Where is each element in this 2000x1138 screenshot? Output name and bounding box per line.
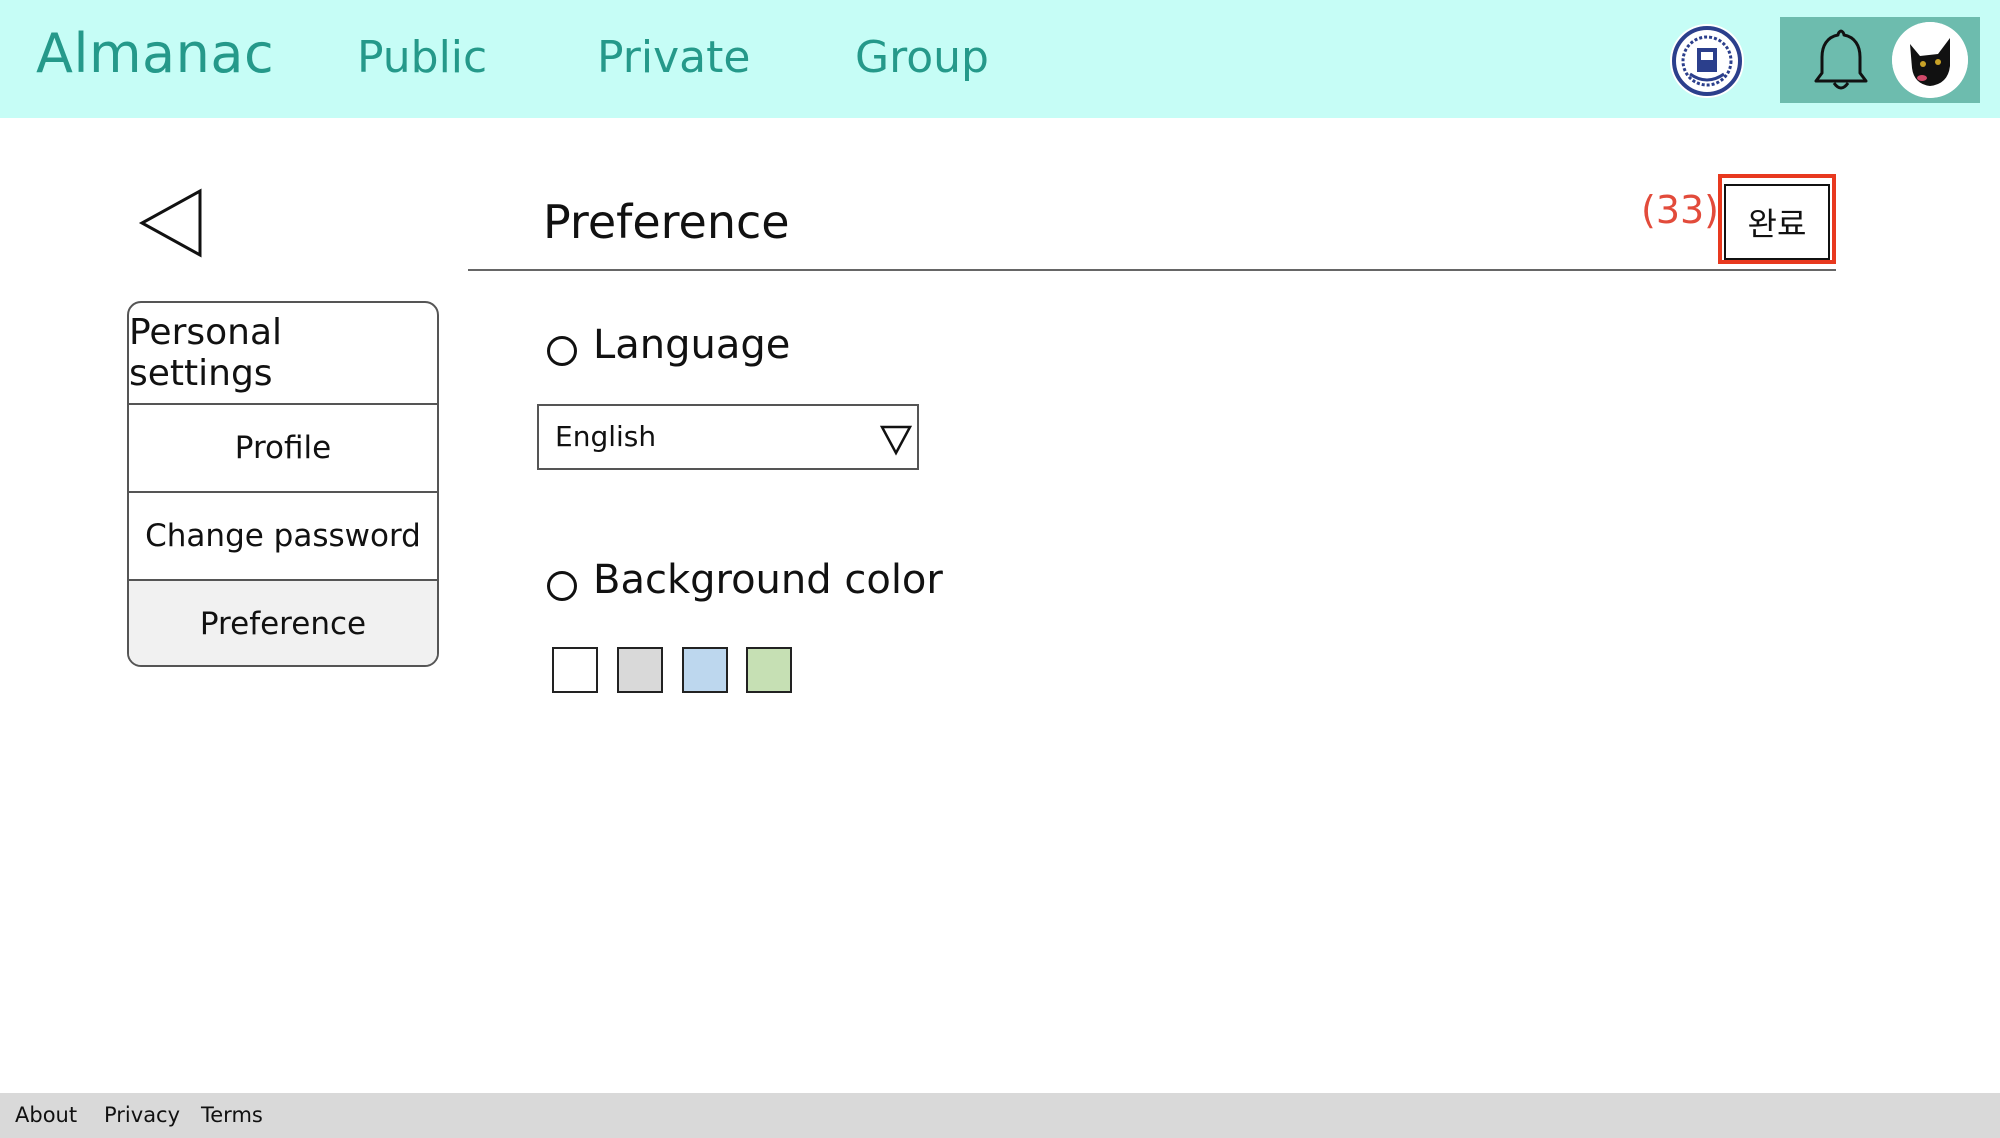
nav-private[interactable]: Private	[597, 32, 750, 83]
color-swatch-blue[interactable]	[682, 647, 728, 693]
language-selected-value: English	[555, 420, 657, 453]
language-section-title: Language	[593, 322, 791, 368]
settings-sidebar: Personal settings Profile Change passwor…	[127, 301, 439, 667]
language-select[interactable]: English	[537, 404, 919, 470]
footer: About Privacy Terms	[0, 1093, 2000, 1138]
color-swatch-green[interactable]	[746, 647, 792, 693]
nav-group[interactable]: Group	[855, 32, 989, 83]
avatar[interactable]	[1892, 22, 1968, 98]
nav-public[interactable]: Public	[357, 32, 487, 83]
university-seal-icon	[1670, 24, 1744, 98]
sidebar-item-change-password[interactable]: Change password	[129, 493, 437, 581]
back-arrow-icon[interactable]	[138, 188, 204, 258]
brand-logo-text[interactable]: Almanac	[36, 22, 274, 85]
page-title: Preference	[543, 195, 790, 249]
background-section-title: Background color	[593, 557, 943, 603]
title-divider	[468, 269, 1836, 271]
color-swatch-white[interactable]	[552, 647, 598, 693]
footer-terms-link[interactable]: Terms	[201, 1103, 263, 1127]
sidebar-item-profile[interactable]: Profile	[129, 405, 437, 493]
footer-about-link[interactable]: About	[15, 1103, 77, 1127]
done-button[interactable]: 완료	[1724, 184, 1830, 260]
footer-privacy-link[interactable]: Privacy	[104, 1103, 180, 1127]
background-radio-icon	[547, 571, 577, 601]
sidebar-item-preference[interactable]: Preference	[129, 581, 437, 665]
step-annotation: (33)	[1641, 188, 1720, 232]
sidebar-heading: Personal settings	[129, 303, 437, 405]
user-actions	[1780, 17, 1980, 103]
language-radio-icon	[547, 336, 577, 366]
bell-icon[interactable]	[1810, 27, 1872, 93]
color-swatch-gray[interactable]	[617, 647, 663, 693]
dropdown-triangle-icon	[879, 424, 913, 456]
top-navigation-bar: Almanac Public Private Group	[0, 0, 2000, 118]
page: Almanac Public Private Group Personal se…	[0, 0, 2000, 1138]
